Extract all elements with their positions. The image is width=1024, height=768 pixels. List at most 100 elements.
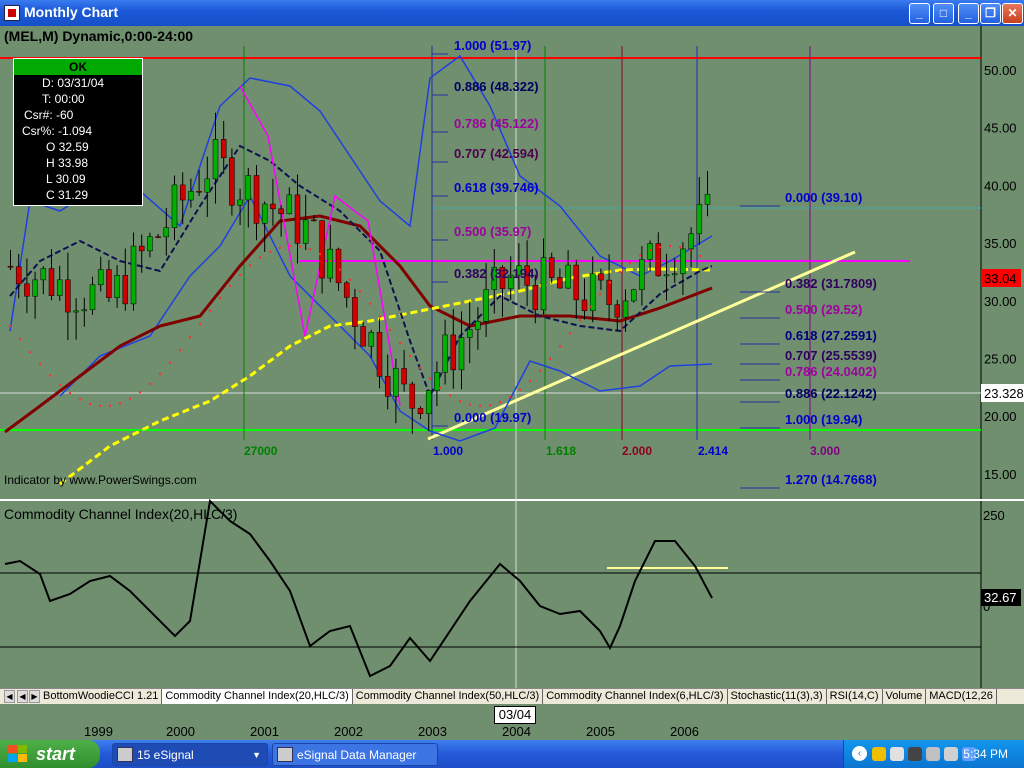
- candle-body: [245, 175, 252, 201]
- clock[interactable]: 5:34 PM: [963, 747, 1008, 761]
- start-button[interactable]: start: [0, 740, 100, 768]
- candle-body: [24, 283, 30, 297]
- price-chart[interactable]: 50.00 45.00 40.00 35.00 30.00 25.00 20.00 15.00…: [0, 26, 1024, 688]
- network-icon[interactable]: [908, 747, 922, 761]
- candle-body: [237, 199, 243, 206]
- shield-icon[interactable]: [872, 747, 886, 761]
- sar-dot: [568, 332, 572, 335]
- candle-body: [32, 279, 38, 297]
- year-label: 2003: [418, 724, 447, 739]
- cursor-data-window[interactable]: OK D: 03/31/04 T: 00:00 Csr#: -60 Csr%: …: [13, 58, 143, 206]
- sar-dot: [248, 264, 252, 267]
- candle-body: [171, 184, 178, 228]
- sar-dot: [28, 350, 32, 354]
- candle-body: [434, 372, 440, 391]
- fib-level-label: 1.270 (14.7668): [785, 472, 877, 487]
- windows-flag-icon: [8, 745, 27, 762]
- price-tick-label: 50.00: [984, 63, 1017, 78]
- fib-level-label: 0.786 (45.122): [454, 116, 539, 131]
- cci-title: Commodity Channel Index(20,HLC/3): [4, 506, 237, 522]
- candle-body: [188, 190, 194, 201]
- sar-dot: [128, 397, 132, 400]
- year-label: 2001: [250, 724, 279, 739]
- sar-dot: [588, 305, 592, 309]
- tab-scroll-right-button[interactable]: ▶: [29, 690, 40, 703]
- sar-dot: [668, 244, 672, 248]
- candle-body: [458, 337, 465, 371]
- restore-button[interactable]: ❐: [980, 3, 1001, 24]
- tab-scroll-left2-button[interactable]: ◀: [17, 690, 28, 703]
- candle-body: [442, 334, 448, 373]
- sar-dot: [8, 324, 12, 328]
- candle-body: [466, 329, 473, 338]
- data-row-date: D: 03/31/04: [42, 76, 105, 90]
- indicator-tab[interactable]: Stochastic(11(3),3): [728, 689, 827, 704]
- taskbar-data-manager-button[interactable]: eSignal Data Manager: [272, 743, 438, 766]
- indicator-tab[interactable]: Volume: [883, 689, 927, 704]
- minimize-button[interactable]: _: [909, 3, 930, 24]
- sar-dot: [678, 245, 682, 249]
- candle-body: [671, 273, 678, 276]
- candle-body: [327, 248, 334, 279]
- fib-level-label: 0.886 (48.322): [454, 79, 539, 94]
- candle-body: [393, 368, 399, 397]
- sar-dot: [578, 318, 582, 322]
- printer-icon[interactable]: [890, 747, 904, 761]
- indicator-tab[interactable]: RSI(14,C): [827, 689, 883, 704]
- fib-time-label: 2.414: [698, 444, 728, 458]
- fib-time-label: 2.000: [622, 444, 652, 458]
- candle-body: [278, 208, 284, 215]
- data-row-close: C 31.29: [46, 188, 89, 202]
- sar-dot: [618, 270, 622, 274]
- indicator-tab[interactable]: MACD(12,26: [926, 689, 997, 704]
- system-tray: ‹ 5:34 PM: [843, 740, 1024, 768]
- title-bar: Monthly Chart _ □ _ ❐ ✕: [0, 0, 1024, 26]
- minimize-child-button[interactable]: _: [958, 3, 979, 24]
- candle-body: [335, 248, 342, 284]
- sar-dot: [148, 382, 152, 386]
- sar-dot: [458, 399, 462, 403]
- price-tick-label: 30.00: [984, 294, 1017, 309]
- sar-dot: [138, 391, 142, 394]
- tab-scroll-left-button[interactable]: ◀: [4, 690, 15, 703]
- maximize-button[interactable]: □: [933, 3, 954, 24]
- candle-body: [425, 390, 432, 415]
- candle-body: [229, 157, 235, 206]
- taskbar: start 15 eSignal ▼ eSignal Data Manager …: [0, 740, 1024, 768]
- candle-body: [196, 190, 202, 193]
- close-button[interactable]: ✕: [1002, 3, 1023, 24]
- indicator-tab[interactable]: BottomWoodieCCI 1.21: [40, 689, 163, 704]
- sar-dot: [38, 363, 42, 366]
- candle-body: [97, 269, 104, 286]
- fib-level-label: 0.500 (29.52): [785, 302, 862, 317]
- tray-expand-icon[interactable]: ‹: [852, 746, 867, 761]
- chart-app-icon: [4, 5, 20, 21]
- time-axis: 03/04 1999 2000 2001 2002 2003 2004 2005 2006: [0, 704, 1024, 740]
- taskbar-esignal-button[interactable]: 15 eSignal ▼: [112, 743, 268, 766]
- price-tick-label: 35.00: [984, 236, 1017, 251]
- indicator-credit[interactable]: Indicator by www.PowerSwings.com: [4, 473, 197, 487]
- indicator-tab[interactable]: Commodity Channel Index(20,HLC/3): [162, 689, 353, 704]
- sar-dot: [518, 388, 522, 392]
- fib-level-label: 0.786 (24.0402): [785, 364, 877, 379]
- indicator-tab[interactable]: Commodity Channel Index(50,HLC/3): [353, 689, 544, 704]
- fib-time-label: 1.618: [546, 444, 576, 458]
- candle-body: [81, 309, 88, 312]
- candle-body: [15, 266, 22, 285]
- candle-body: [573, 264, 580, 301]
- crosshair-price: 23.328: [984, 386, 1024, 401]
- sar-dot: [308, 248, 312, 251]
- candle-body: [655, 243, 662, 277]
- candle-body: [48, 268, 55, 296]
- data-row-csr-pct: Csr%: -1.094: [22, 124, 93, 138]
- candle-body: [163, 227, 170, 238]
- candle-body: [40, 268, 47, 281]
- sar-dot: [268, 250, 272, 253]
- sar-dot: [638, 254, 642, 257]
- volume-icon[interactable]: [944, 747, 958, 761]
- sar-dot: [428, 377, 432, 380]
- fib-level-label: 0.707 (42.594): [454, 146, 539, 161]
- candle-body: [106, 269, 112, 298]
- device-icon[interactable]: [926, 747, 940, 761]
- indicator-tab[interactable]: Commodity Channel Index(6,HLC/3): [543, 689, 728, 704]
